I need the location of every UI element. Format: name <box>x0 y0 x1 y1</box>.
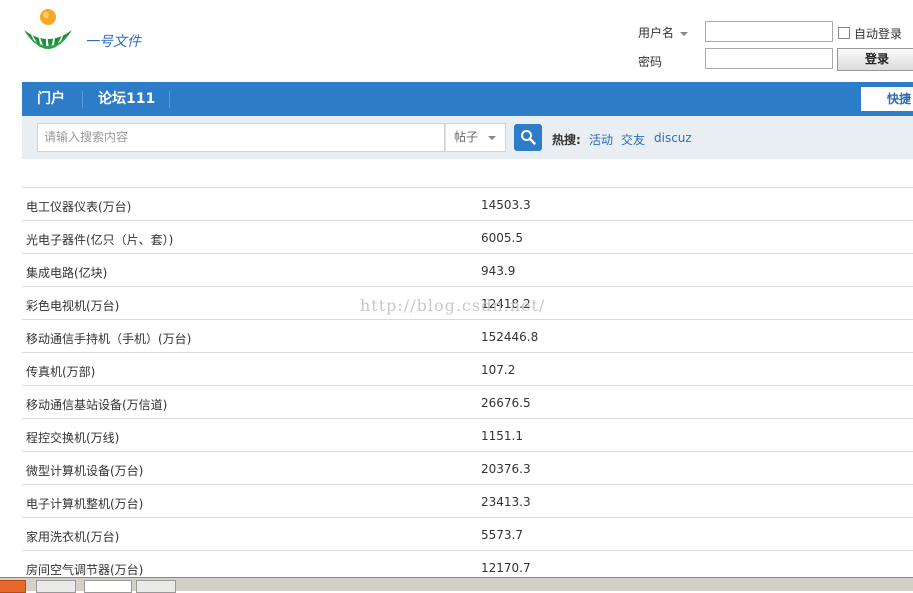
nav-divider <box>82 91 83 108</box>
app-icon[interactable] <box>0 580 26 593</box>
nav-item-portal[interactable]: 门户 <box>37 82 65 116</box>
row-value: 12170.7 <box>481 561 531 575</box>
search-button[interactable] <box>514 124 542 151</box>
chevron-down-icon <box>488 135 497 140</box>
table-row: 集成电路(亿块) 943.9 <box>22 253 913 286</box>
site-logo[interactable] <box>22 8 74 62</box>
row-value: 20376.3 <box>481 462 531 476</box>
folder-icon[interactable] <box>36 580 76 593</box>
password-input[interactable] <box>705 48 833 69</box>
row-name: 电工仪器仪表(万台) <box>26 200 132 214</box>
password-label: 密码 <box>638 55 663 69</box>
row-value: 107.2 <box>481 363 516 377</box>
row-value: 943.9 <box>481 264 516 278</box>
checkbox-icon[interactable] <box>838 27 850 39</box>
row-name: 移动通信基站设备(万信道) <box>26 398 168 412</box>
search-bar: 请输入搜索内容 帖子 热搜: 活动 交友 discuz <box>22 116 913 159</box>
row-name: 微型计算机设备(万台) <box>26 464 144 478</box>
table-row: 家用洗衣机(万台) 5573.7 <box>22 517 913 550</box>
row-value: 23413.3 <box>481 495 531 509</box>
row-name: 彩色电视机(万台) <box>26 299 120 313</box>
row-value: 5573.7 <box>481 528 523 542</box>
table-row: 传真机(万部) 107.2 <box>22 352 913 385</box>
search-type-select[interactable]: 帖子 <box>445 123 506 152</box>
table-row: 电子计算机整机(万台) 23413.3 <box>22 484 913 517</box>
nav-item-forum[interactable]: 论坛111 <box>98 82 155 116</box>
search-input[interactable]: 请输入搜索内容 <box>37 123 445 152</box>
row-value: 26676.5 <box>481 396 531 410</box>
nav-divider <box>169 91 170 108</box>
main-nav: 门户 论坛111 快捷 <box>22 82 913 116</box>
row-name: 房间空气调节器(万台) <box>26 563 144 577</box>
row-name: 家用洗衣机(万台) <box>26 530 120 544</box>
table-row: 程控交换机(万线) 1151.1 <box>22 418 913 451</box>
row-value: 14503.3 <box>481 198 531 212</box>
row-name: 移动通信手持机（手机）(万台) <box>26 332 192 346</box>
table-row: 移动通信基站设备(万信道) 26676.5 <box>22 385 913 418</box>
row-value: 1151.1 <box>481 429 523 443</box>
row-name: 传真机(万部) <box>26 365 96 379</box>
row-name: 光电子器件(亿只（片、套）) <box>26 233 174 247</box>
chevron-down-icon <box>680 31 689 36</box>
hot-link-discuz[interactable]: discuz <box>654 131 692 145</box>
hot-search-label: 热搜: <box>552 133 581 147</box>
search-icon <box>521 130 536 145</box>
auto-login-label: 自动登录 <box>854 27 903 41</box>
quick-nav-button[interactable]: 快捷 <box>861 87 913 111</box>
username-label-text: 用户名 <box>638 26 675 40</box>
username-input[interactable] <box>705 21 833 42</box>
table-row: 光电子器件(亿只（片、套）) 6005.5 <box>22 220 913 253</box>
taskbar <box>0 577 913 593</box>
watermark: http://blog.csdn.net/ <box>360 296 546 315</box>
table-row: 移动通信手持机（手机）(万台) 152446.8 <box>22 319 913 352</box>
auto-login-checkbox[interactable]: 自动登录 <box>838 25 902 42</box>
data-table: 电工仪器仪表(万台) 14503.3 光电子器件(亿只（片、套）) 6005.5 集成电… <box>22 187 913 583</box>
table-row: 微型计算机设备(万台) 20376.3 <box>22 451 913 484</box>
hot-link-friends[interactable]: 交友 <box>621 131 645 148</box>
document-icon[interactable] <box>136 580 176 593</box>
site-name[interactable]: 一号文件 <box>85 31 141 51</box>
row-value: 152446.8 <box>481 330 539 344</box>
row-name: 程控交换机(万线) <box>26 431 120 445</box>
row-name: 电子计算机整机(万台) <box>26 497 144 511</box>
row-value: 6005.5 <box>481 231 523 245</box>
browser-icon[interactable] <box>84 580 132 593</box>
search-type-value: 帖子 <box>454 130 479 144</box>
table-row: 电工仪器仪表(万台) 14503.3 <box>22 187 913 220</box>
row-name: 集成电路(亿块) <box>26 266 108 280</box>
login-button[interactable]: 登录 <box>837 48 913 71</box>
hot-link-activity[interactable]: 活动 <box>589 131 613 148</box>
username-label[interactable]: 用户名 <box>638 24 689 41</box>
